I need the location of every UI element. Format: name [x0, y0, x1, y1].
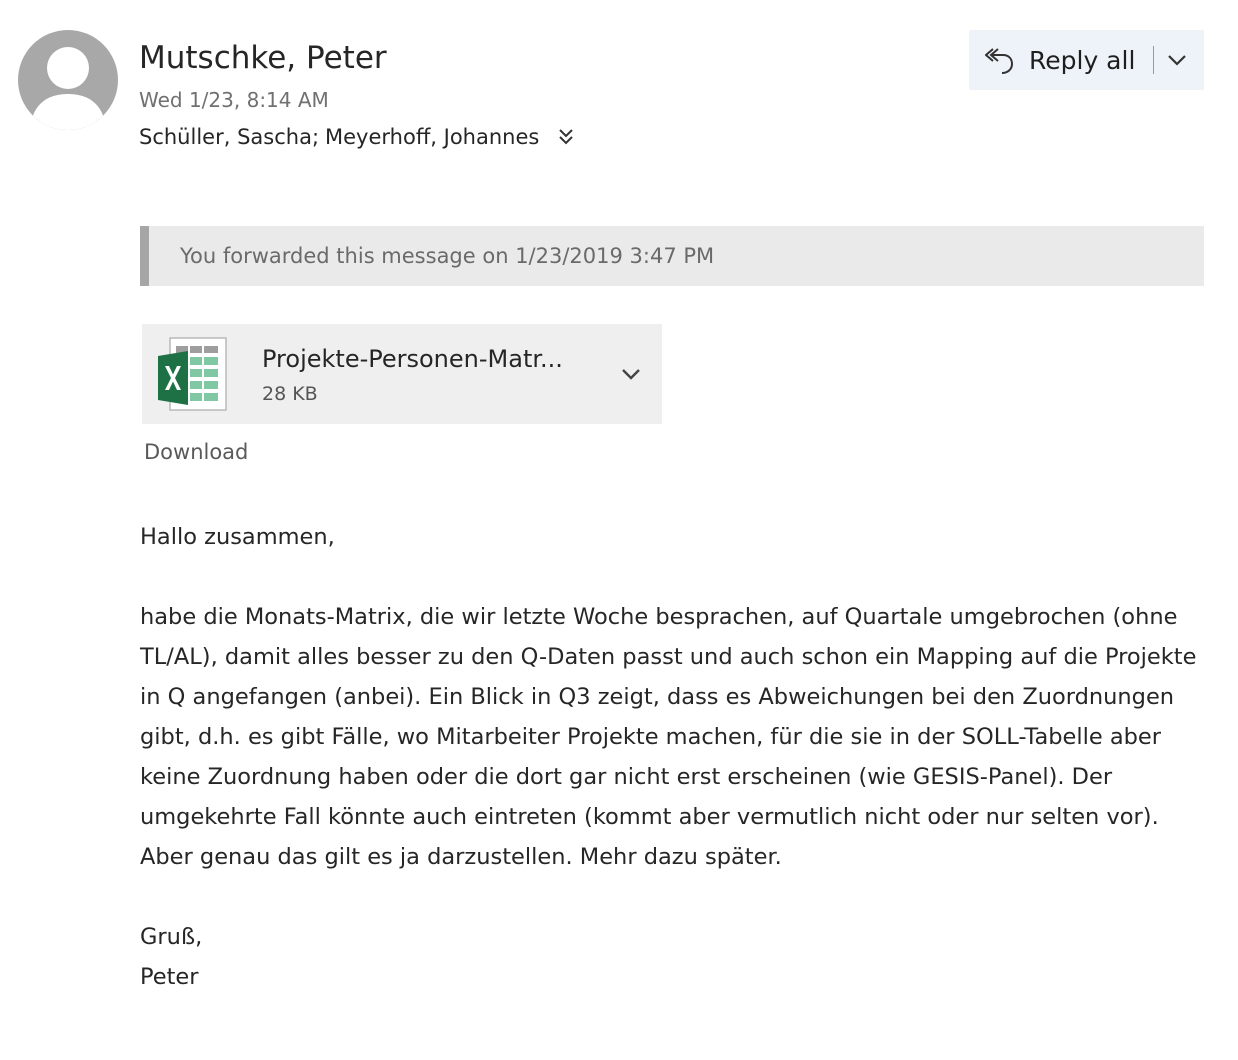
- recipient-meyerhoff[interactable]: Meyerhoff, Johannes: [325, 125, 539, 149]
- forwarded-notice: You forwarded this message on 1/23/2019 …: [140, 226, 1204, 286]
- attachment-file-size: 28 KB: [262, 383, 318, 405]
- body-signature: Peter: [140, 964, 199, 990]
- sent-timestamp: Wed 1/23, 8:14 AM: [139, 88, 329, 112]
- body-paragraph: habe die Monats-Matrix, die wir letzte W…: [140, 604, 1197, 870]
- recipient-separator: ;: [311, 125, 320, 149]
- recipient-schueller[interactable]: Schüller, Sascha: [139, 125, 312, 149]
- attachment-menu-chevron-icon[interactable]: [620, 364, 642, 384]
- sender-name: Mutschke, Peter: [139, 40, 387, 76]
- sender-avatar: [18, 30, 118, 130]
- forwarded-notice-text: You forwarded this message on 1/23/2019 …: [180, 244, 715, 268]
- body-closing: Gruß,: [140, 924, 203, 950]
- reply-all-label: Reply all: [1029, 45, 1136, 75]
- chevron-down-icon[interactable]: [1166, 49, 1188, 71]
- download-link[interactable]: Download: [144, 440, 248, 464]
- body-greeting: Hallo zusammen,: [140, 524, 335, 550]
- message-reading-pane: Mutschke, Peter Wed 1/23, 8:14 AM Schüll…: [0, 0, 1238, 1060]
- recipient-list: Schüller, Sascha; Meyerhoff, Johannes: [139, 125, 575, 149]
- excel-icon: [156, 336, 228, 412]
- message-body: Hallo zusammen, habe die Monats-Matrix, …: [140, 517, 1210, 997]
- attachment-card[interactable]: Projekte-Personen-Matr... 28 KB: [142, 324, 662, 424]
- reply-all-button[interactable]: Reply all: [969, 30, 1204, 90]
- attachment-file-name: Projekte-Personen-Matr...: [262, 345, 563, 373]
- button-divider: [1153, 46, 1155, 74]
- person-icon: [30, 47, 106, 130]
- expand-recipients-icon[interactable]: [557, 127, 575, 147]
- reply-all-icon: [984, 44, 1015, 76]
